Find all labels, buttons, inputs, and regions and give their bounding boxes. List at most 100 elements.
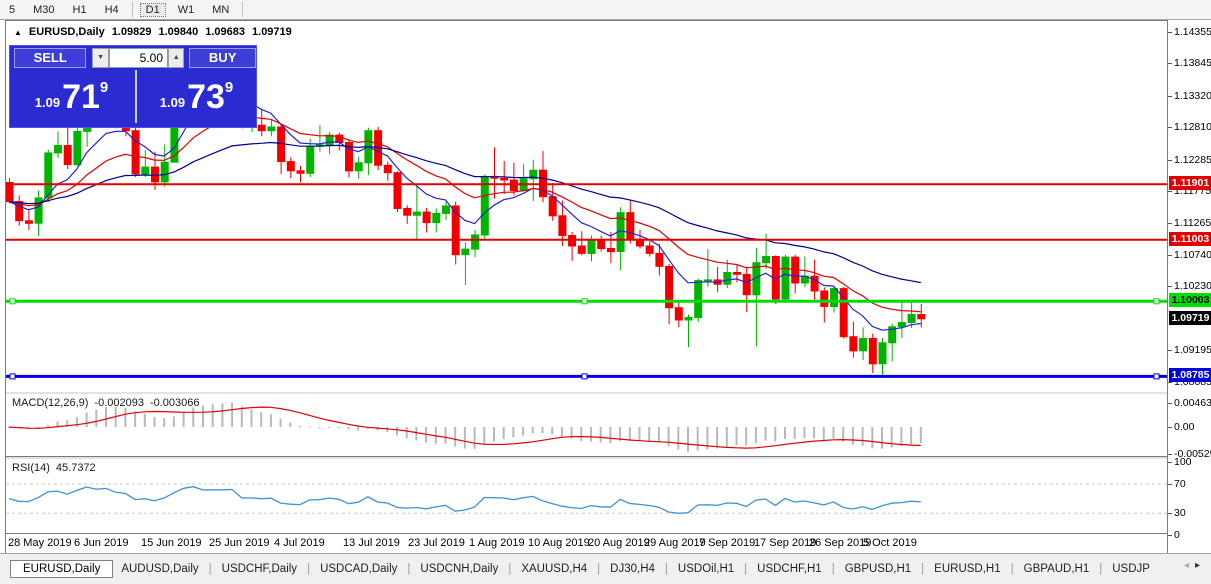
timeframe-button-MN[interactable]: MN [206,3,235,17]
chart-tab[interactable]: USDCHF,Daily [218,561,301,577]
price-tick: 1.13845 [1168,56,1211,70]
date-label: 10 Aug 2019 [528,537,590,549]
line-handle [10,299,15,304]
volume-increase-button[interactable]: ▲ [168,48,184,68]
ohlc-close: 1.09719 [252,26,292,38]
date-label: 23 Jul 2019 [408,537,465,549]
rsi-value: 45.7372 [56,462,96,474]
price-tick: 1.13320 [1168,89,1211,103]
chart-tab[interactable]: USDJP [1108,561,1154,577]
price-badge-red: 1.11003 [1169,232,1211,246]
chart-tab[interactable]: USDCNH,Daily [416,561,502,577]
ohlc-low: 1.09683 [205,26,245,38]
sell-price-big: 71 [62,80,100,114]
chart-symbol-label: EURUSD,Daily [29,26,105,38]
macd-axis-tick: 0.00463 [1168,396,1211,410]
chart-tab[interactable]: USDCAD,Daily [316,561,401,577]
rsi-line [9,487,921,514]
one-click-trading-panel: SELL ▼ 5.00 ▲ BUY 1.09 71 9 1.09 73 9 [9,45,257,128]
timeframe-button-5[interactable]: 5 [3,3,21,17]
price-tick: 1.12285 [1168,153,1211,167]
tab-separator: | [407,563,410,575]
sell-price-prefix: 1.09 [35,95,60,110]
rsi-chart [6,459,1168,533]
time-axis[interactable]: 28 May 20196 Jun 201915 Jun 201925 Jun 2… [6,534,1168,553]
chart-tab[interactable]: DJ30,H4 [606,561,659,577]
price-badge-green: 1.10003 [1169,293,1211,307]
timeframe-button-H1[interactable]: H1 [67,3,93,17]
tabs-scroll-right-icon[interactable]: ▸ [1195,560,1206,571]
buy-price-display[interactable]: 1.09 73 9 [135,70,256,123]
timeframe-button-M30[interactable]: M30 [27,3,60,17]
rsi-label: RSI(14) 45.7372 [12,462,96,474]
macd-panel[interactable]: MACD(12,26,9) -0.002093 -0.003066 [6,394,1168,457]
rsi-panel[interactable]: RSI(14) 45.7372 [6,459,1168,534]
buy-button[interactable]: BUY [189,48,256,68]
toolbar-separator [242,2,243,17]
date-label: 4 Jul 2019 [274,537,325,549]
macd-main-value: -0.002093 [94,397,144,409]
tab-separator: | [1099,563,1102,575]
macd-axis-tick: 0.00 [1168,420,1194,434]
main-chart-panel[interactable]: ▲ EURUSD,Daily 1.09829 1.09840 1.09683 1… [6,20,1168,393]
line-handle [582,299,587,304]
buy-price-prefix: 1.09 [160,95,185,110]
price-axis[interactable]: 1.143551.138451.133201.128101.122851.117… [1167,20,1211,553]
line-handle [1154,299,1159,304]
chart-tab-bar: EURUSD,DailyAUDUSD,Daily | USDCHF,Daily | US… [0,553,1211,584]
sell-price-display[interactable]: 1.09 71 9 [12,70,131,123]
line-handle [10,374,15,379]
date-label: 13 Jul 2019 [343,537,400,549]
date-label: 20 Aug 2019 [588,537,650,549]
price-tick: 1.10740 [1168,248,1211,262]
ohlc-high: 1.09840 [158,26,198,38]
macd-signal-value: -0.003066 [150,397,200,409]
ohlc-open: 1.09829 [112,26,152,38]
timeframe-button-W1[interactable]: W1 [172,3,201,17]
tab-separator: | [597,563,600,575]
rsi-axis-tick: 30 [1168,506,1186,520]
volume-input[interactable]: 5.00 [109,48,168,68]
price-badge-black: 1.09719 [1169,311,1211,325]
tab-separator: | [921,563,924,575]
tab-separator: | [209,563,212,575]
sell-price-pip: 9 [100,79,108,96]
mt4-window: 5 M30 H1 H4 D1 W1 MN ▲ EURUSD,Daily 1.09829 1.… [0,0,1211,583]
tabs-scroll-left-icon[interactable]: ◂ [1184,560,1195,571]
timeframe-button-H4[interactable]: H4 [99,3,125,17]
tab-separator: | [1011,563,1014,575]
tab-separator: | [508,563,511,575]
chart-title: ▲ EURUSD,Daily 1.09829 1.09840 1.09683 1… [14,26,292,38]
tab-separator: | [832,563,835,575]
rsi-axis-tick: 100 [1168,455,1192,469]
date-label: 5 Oct 2019 [863,537,917,549]
chart-tab[interactable]: GBPUSD,H1 [841,561,915,577]
date-label: 25 Jun 2019 [209,537,270,549]
chart-tab[interactable]: XAUUSD,H4 [517,561,591,577]
price-tick: 1.12810 [1168,120,1211,134]
line-handle [582,374,587,379]
tab-separator: | [307,563,310,575]
chart-tab[interactable]: USDOil,H1 [674,561,738,577]
tab-separator: | [665,563,668,575]
tab-separator: | [744,563,747,575]
rsi-axis-tick: 0 [1168,528,1180,542]
sell-button[interactable]: SELL [14,48,86,68]
volume-decrease-button[interactable]: ▼ [92,48,108,68]
macd-label: MACD(12,26,9) -0.002093 -0.003066 [12,397,200,409]
chart-tab[interactable]: EURUSD,H1 [930,561,1004,577]
date-label: 29 Aug 2019 [644,537,706,549]
price-badge-blue: 1.08785 [1169,368,1211,382]
price-tick: 1.11265 [1168,216,1211,230]
chart-tab-active[interactable]: EURUSD,Daily [10,560,113,578]
date-label: 6 Jun 2019 [74,537,128,549]
price-tick: 1.10230 [1168,279,1211,293]
price-badge-red: 1.11901 [1169,176,1211,190]
chart-area: ▲ EURUSD,Daily 1.09829 1.09840 1.09683 1… [5,20,1168,553]
chart-tab[interactable]: AUDUSD,Daily [117,561,202,577]
date-label: 1 Aug 2019 [469,537,525,549]
chart-tab[interactable]: USDCHF,H1 [753,561,826,577]
symbol-marker-icon: ▲ [14,28,22,37]
timeframe-button-D1[interactable]: D1 [140,3,166,17]
chart-tab[interactable]: GBPAUD,H1 [1020,561,1094,577]
